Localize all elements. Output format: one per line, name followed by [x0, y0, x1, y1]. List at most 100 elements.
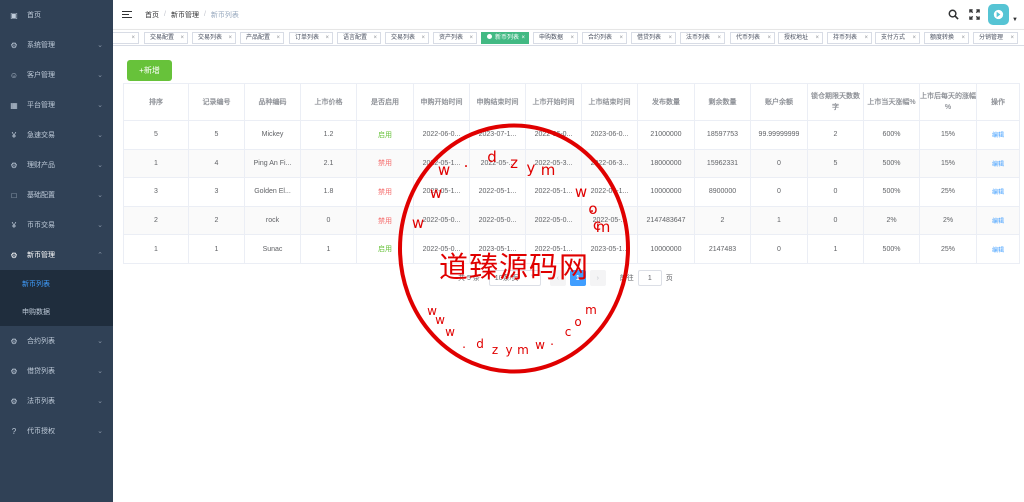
breadcrumb-home[interactable]: 首页	[145, 10, 159, 20]
page-number-current[interactable]: 1	[569, 270, 586, 286]
close-icon[interactable]: ×	[325, 33, 329, 43]
edit-link[interactable]: 编辑	[992, 219, 1004, 225]
column-header: 上市价格	[300, 83, 357, 121]
table-cell: 5	[807, 148, 864, 179]
add-button[interactable]: +新增	[127, 60, 172, 81]
sidebar-item[interactable]: ▦ 平台管理 ⌄	[0, 90, 113, 120]
tag-9[interactable]: 申购数据 ×	[533, 32, 578, 44]
cell-value: 2022-05-3...	[534, 159, 573, 167]
tag-7[interactable]: 资产列表 ×	[433, 32, 477, 44]
table-cell: 15%	[919, 148, 977, 179]
goto-page-input[interactable]: 1	[637, 270, 662, 286]
close-icon[interactable]: ×	[912, 33, 916, 43]
tag-16[interactable]: 支付方式 ×	[875, 32, 920, 44]
tag-17[interactable]: 额度转换 ×	[924, 32, 969, 44]
close-icon[interactable]: ×	[961, 33, 965, 43]
edit-link[interactable]: 编辑	[992, 162, 1004, 168]
sidebar-item[interactable]: ⚙ 合约列表 ⌄	[0, 326, 113, 356]
close-icon[interactable]: ×	[276, 33, 280, 43]
search-icon[interactable]	[946, 8, 960, 22]
cell-value: 8900000	[708, 188, 737, 196]
sidebar-item[interactable]: ⚙ 理财产品 ⌄	[0, 150, 113, 180]
tag-label: 借贷列表	[637, 35, 662, 41]
table-cell: 3	[123, 177, 189, 207]
tag-3[interactable]: 产品配置 ×	[240, 32, 284, 44]
dashboard-icon: ▣	[10, 10, 18, 20]
gear-icon: ⚙	[10, 40, 18, 50]
close-icon[interactable]: ×	[767, 33, 771, 43]
cell-value: 2%	[886, 217, 897, 225]
table-cell: rock	[244, 205, 301, 236]
cell-value: 4	[214, 159, 219, 167]
edit-link[interactable]: 编辑	[992, 248, 1004, 254]
sidebar-subitem[interactable]: 申购数据	[0, 298, 113, 326]
tag-13[interactable]: 代币列表 ×	[730, 32, 775, 44]
sidebar-item[interactable]: ⚙ 新币管理 ⌃	[0, 240, 113, 270]
table-cell: 1	[123, 234, 189, 264]
table-row: 1 4 Ping An Fi... 2.1 禁用 2022-05-1... 2022-05-…	[123, 148, 1020, 179]
table-cell: 1	[750, 205, 808, 236]
table-cell: Golden El...	[244, 177, 301, 207]
sidebar-item[interactable]: ▣ 首页	[0, 0, 113, 30]
close-icon[interactable]: ×	[570, 33, 574, 43]
table-row: 3 3 Golden El... 1.8 禁用 2022-05-1... 2022-05-1…	[123, 177, 1020, 207]
edit-link[interactable]: 编辑	[992, 133, 1004, 139]
circle-gear-icon: ⚙	[10, 250, 18, 260]
table-cell: 编辑	[976, 120, 1020, 150]
tag-18[interactable]: 分销管理 ×	[973, 32, 1018, 44]
tag-8[interactable]: 新币列表 ×	[481, 32, 529, 44]
breadcrumb-current: 新币列表	[210, 11, 239, 19]
tag-11[interactable]: 借贷列表 ×	[631, 32, 676, 44]
sidebar-item[interactable]: □ 基础配置 ⌄	[0, 180, 113, 210]
table-cell: 2022-06-0...	[413, 120, 470, 150]
tag-15[interactable]: 持币列表 ×	[827, 32, 872, 44]
tag-5[interactable]: 语言配置 ×	[337, 32, 381, 44]
tag-14[interactable]: 授权地址 ×	[778, 32, 823, 44]
sidebar-item[interactable]: ? 代币授权 ⌄	[0, 416, 113, 446]
sidebar-item[interactable]: ⚙ 系统管理 ⌄	[0, 30, 113, 60]
tag-12[interactable]: 法币列表 ×	[680, 32, 725, 44]
close-icon[interactable]: ×	[815, 33, 819, 43]
close-icon[interactable]: ×	[180, 33, 184, 43]
sidebar-item[interactable]: ☺ 客户管理 ⌄	[0, 60, 113, 90]
close-icon[interactable]: ×	[131, 33, 135, 43]
close-icon[interactable]: ×	[619, 33, 623, 43]
tag-4[interactable]: 订单列表 ×	[289, 32, 333, 44]
tag-2[interactable]: 交易列表 ×	[192, 32, 236, 44]
page-size-select[interactable]: 10条/页 ▼	[488, 270, 541, 286]
sidebar-item[interactable]: ⚙ 法币列表 ⌄	[0, 386, 113, 416]
table-cell: 0	[750, 148, 808, 179]
close-icon[interactable]: ×	[421, 33, 425, 43]
sidebar-item[interactable]: ¥ 急速交易 ⌄	[0, 120, 113, 150]
table-cell: Ping An Fi...	[244, 148, 301, 179]
close-icon[interactable]: ×	[521, 33, 525, 43]
close-icon[interactable]: ×	[864, 33, 868, 43]
caret-down-icon[interactable]: ▼	[1012, 17, 1018, 23]
tag-1[interactable]: 交易配置 ×	[144, 32, 188, 44]
close-icon[interactable]: ×	[668, 33, 672, 43]
sidebar-item-label: 平台管理	[27, 102, 55, 109]
prev-page-button[interactable]: ‹	[549, 270, 566, 286]
sidebar-subitem[interactable]: 新币列表	[0, 270, 113, 298]
close-icon[interactable]: ×	[1010, 33, 1014, 43]
close-icon[interactable]: ×	[717, 33, 721, 43]
table-cell: 2	[188, 205, 245, 236]
close-icon[interactable]: ×	[469, 33, 473, 43]
close-icon[interactable]: ×	[373, 33, 377, 43]
sidebar-item[interactable]: ¥ 币币交易 ⌄	[0, 210, 113, 240]
cell-value: 0	[833, 217, 838, 225]
tag-6[interactable]: 交易列表 ×	[385, 32, 429, 44]
table-cell: 1	[807, 234, 864, 264]
hamburger-icon[interactable]	[122, 10, 132, 19]
edit-link[interactable]: 编辑	[992, 190, 1004, 196]
table-cell: 99.99999999	[750, 120, 808, 150]
fullscreen-icon[interactable]	[967, 8, 981, 22]
next-page-button[interactable]: ›	[589, 270, 606, 286]
avatar[interactable]	[988, 4, 1010, 25]
tag-0[interactable]: 列表×	[113, 32, 139, 44]
tag-10[interactable]: 合约列表 ×	[582, 32, 627, 44]
close-icon[interactable]: ×	[228, 33, 232, 43]
sidebar-item-label: 基础配置	[27, 192, 55, 199]
sidebar-item[interactable]: ⚙ 借贷列表 ⌄	[0, 356, 113, 386]
yen-icon: ¥	[11, 220, 17, 230]
